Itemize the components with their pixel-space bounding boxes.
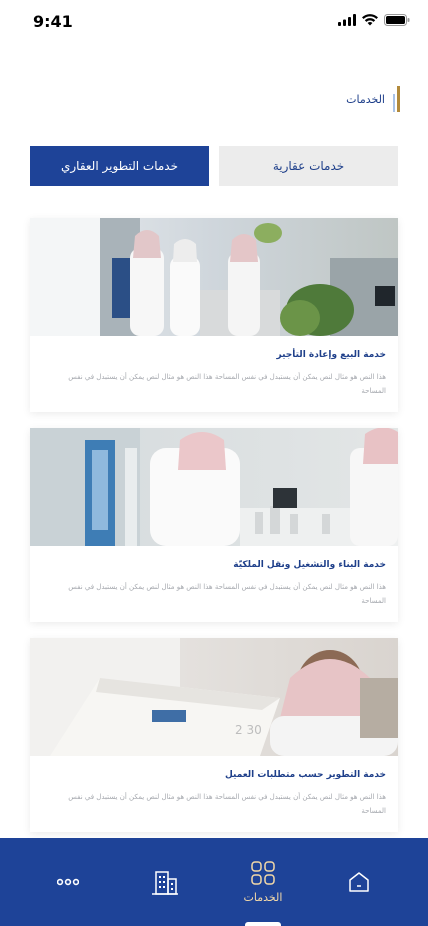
service-card[interactable]: خدمة البناء والتشغيل ونقل الملكيّة هذا ا…: [30, 428, 398, 622]
bottom-navigation: الخدمات: [0, 838, 428, 926]
nav-services[interactable]: الخدمات: [233, 838, 293, 926]
svg-text:2 30: 2 30: [235, 723, 262, 737]
nav-home[interactable]: [329, 838, 389, 926]
page-title: الخدمات: [346, 92, 385, 106]
tab-real-estate-development[interactable]: خدمات التطوير العقاري: [30, 146, 209, 186]
card-title: خدمة البناء والتشغيل ونقل الملكيّة: [233, 560, 386, 570]
status-bar: 9:41: [0, 0, 428, 44]
active-indicator: [245, 922, 281, 926]
nav-services-label: الخدمات: [243, 890, 283, 904]
service-card[interactable]: 2 30 خدمة التطوير حسب متطلبات العميل هذا…: [30, 638, 398, 832]
more-dots-icon: [57, 878, 79, 886]
building-icon: [152, 871, 178, 895]
home-icon: [349, 872, 369, 892]
service-tabs: خدمات التطوير العقاري خدمات عقارية: [30, 146, 398, 186]
status-icons: [338, 14, 410, 26]
section-header: الخدمات: [346, 86, 400, 112]
card-title: خدمة البيع وإعادة التأجير: [276, 350, 387, 360]
service-card[interactable]: خدمة البيع وإعادة التأجير هذا النص هو مث…: [30, 218, 398, 412]
document-review-image: 2 30: [30, 638, 398, 756]
card-description: هذا النص هو مثال لنص يمكن أن يستبدل في ن…: [68, 583, 386, 605]
tab-real-estate-services[interactable]: خدمات عقارية: [219, 146, 398, 186]
battery-icon: [384, 14, 410, 26]
card-description: هذا النص هو مثال لنص يمكن أن يستبدل في ن…: [68, 373, 386, 395]
grid-services-icon: [251, 860, 275, 885]
card-title: خدمة التطوير حسب متطلبات العميل: [224, 770, 386, 780]
title-accent: [393, 86, 400, 112]
signal-icon: [338, 14, 356, 26]
wifi-icon: [362, 14, 378, 26]
card-description: هذا النص هو مثال لنص يمكن أن يستبدل في ن…: [68, 793, 386, 815]
status-time: 9:41: [33, 12, 73, 31]
architectural-model-image: [30, 428, 398, 546]
nav-projects[interactable]: [135, 838, 195, 926]
nav-more[interactable]: [38, 838, 98, 926]
office-reception-image: [30, 218, 398, 336]
